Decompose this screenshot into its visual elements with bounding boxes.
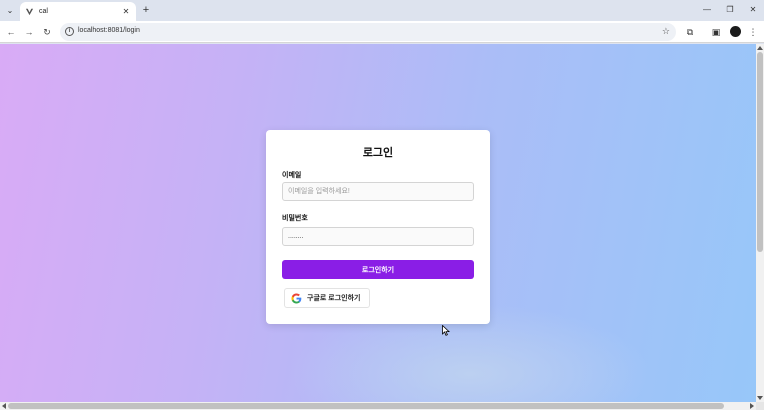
google-logo-icon [291, 292, 302, 304]
email-field[interactable] [282, 182, 474, 201]
vertical-scrollbar[interactable] [756, 44, 764, 402]
horizontal-scroll-thumb[interactable] [8, 403, 724, 409]
tab-title: cal [39, 8, 48, 15]
scroll-left-arrow-icon[interactable] [2, 403, 6, 409]
scrollbar-corner [756, 402, 764, 410]
new-tab-icon[interactable]: + [140, 4, 152, 16]
google-login-label: 구글로 로그인하기 [307, 295, 361, 302]
browser-tab[interactable]: cal ✕ [20, 2, 136, 21]
page-viewport: 로그인 이메일 비밀번호 로그인하기 구글로 로그인하기 [0, 44, 756, 402]
tab-search-chevron-icon[interactable]: ⌄ [4, 4, 16, 16]
email-label: 이메일 [282, 172, 302, 179]
horizontal-scrollbar[interactable] [0, 402, 756, 410]
address-bar[interactable]: i localhost:8081/login ☆ [60, 23, 676, 41]
bookmark-star-icon[interactable]: ☆ [662, 26, 670, 37]
password-label: 비밀번호 [282, 215, 308, 222]
url-text: localhost:8081/login [78, 27, 140, 34]
login-button[interactable]: 로그인하기 [282, 260, 474, 279]
google-login-button[interactable]: 구글로 로그인하기 [284, 288, 370, 308]
password-field[interactable] [282, 227, 474, 246]
reload-icon[interactable]: ↻ [41, 26, 53, 38]
scroll-down-arrow-icon[interactable] [757, 396, 763, 400]
back-icon[interactable]: ← [5, 26, 17, 38]
profile-avatar[interactable] [730, 26, 741, 37]
menu-kebab-icon[interactable]: ⋮ [747, 26, 759, 38]
page-title: 로그인 [362, 147, 394, 159]
mouse-cursor-icon [442, 325, 450, 336]
site-info-icon[interactable]: i [65, 27, 74, 36]
tab-close-icon[interactable]: ✕ [121, 7, 131, 17]
forward-icon[interactable]: → [23, 26, 35, 38]
tab-strip: ⌄ cal ✕ + — ❐ ✕ [0, 0, 764, 21]
window-close-icon[interactable]: ✕ [746, 3, 760, 17]
favicon-icon [25, 8, 34, 16]
extensions-icon[interactable]: ⧉ [684, 26, 696, 38]
vertical-scroll-thumb[interactable] [757, 52, 763, 252]
minimize-icon[interactable]: — [700, 3, 714, 17]
restore-icon[interactable]: ❐ [723, 3, 737, 17]
browser-toolbar: ← → ↻ i localhost:8081/login ☆ ⧉ ▣ ⋮ [0, 21, 764, 43]
side-panel-icon[interactable]: ▣ [710, 26, 722, 38]
scroll-right-arrow-icon[interactable] [750, 403, 754, 409]
login-card: 로그인 이메일 비밀번호 로그인하기 구글로 로그인하기 [266, 130, 490, 324]
scroll-up-arrow-icon[interactable] [757, 46, 763, 50]
